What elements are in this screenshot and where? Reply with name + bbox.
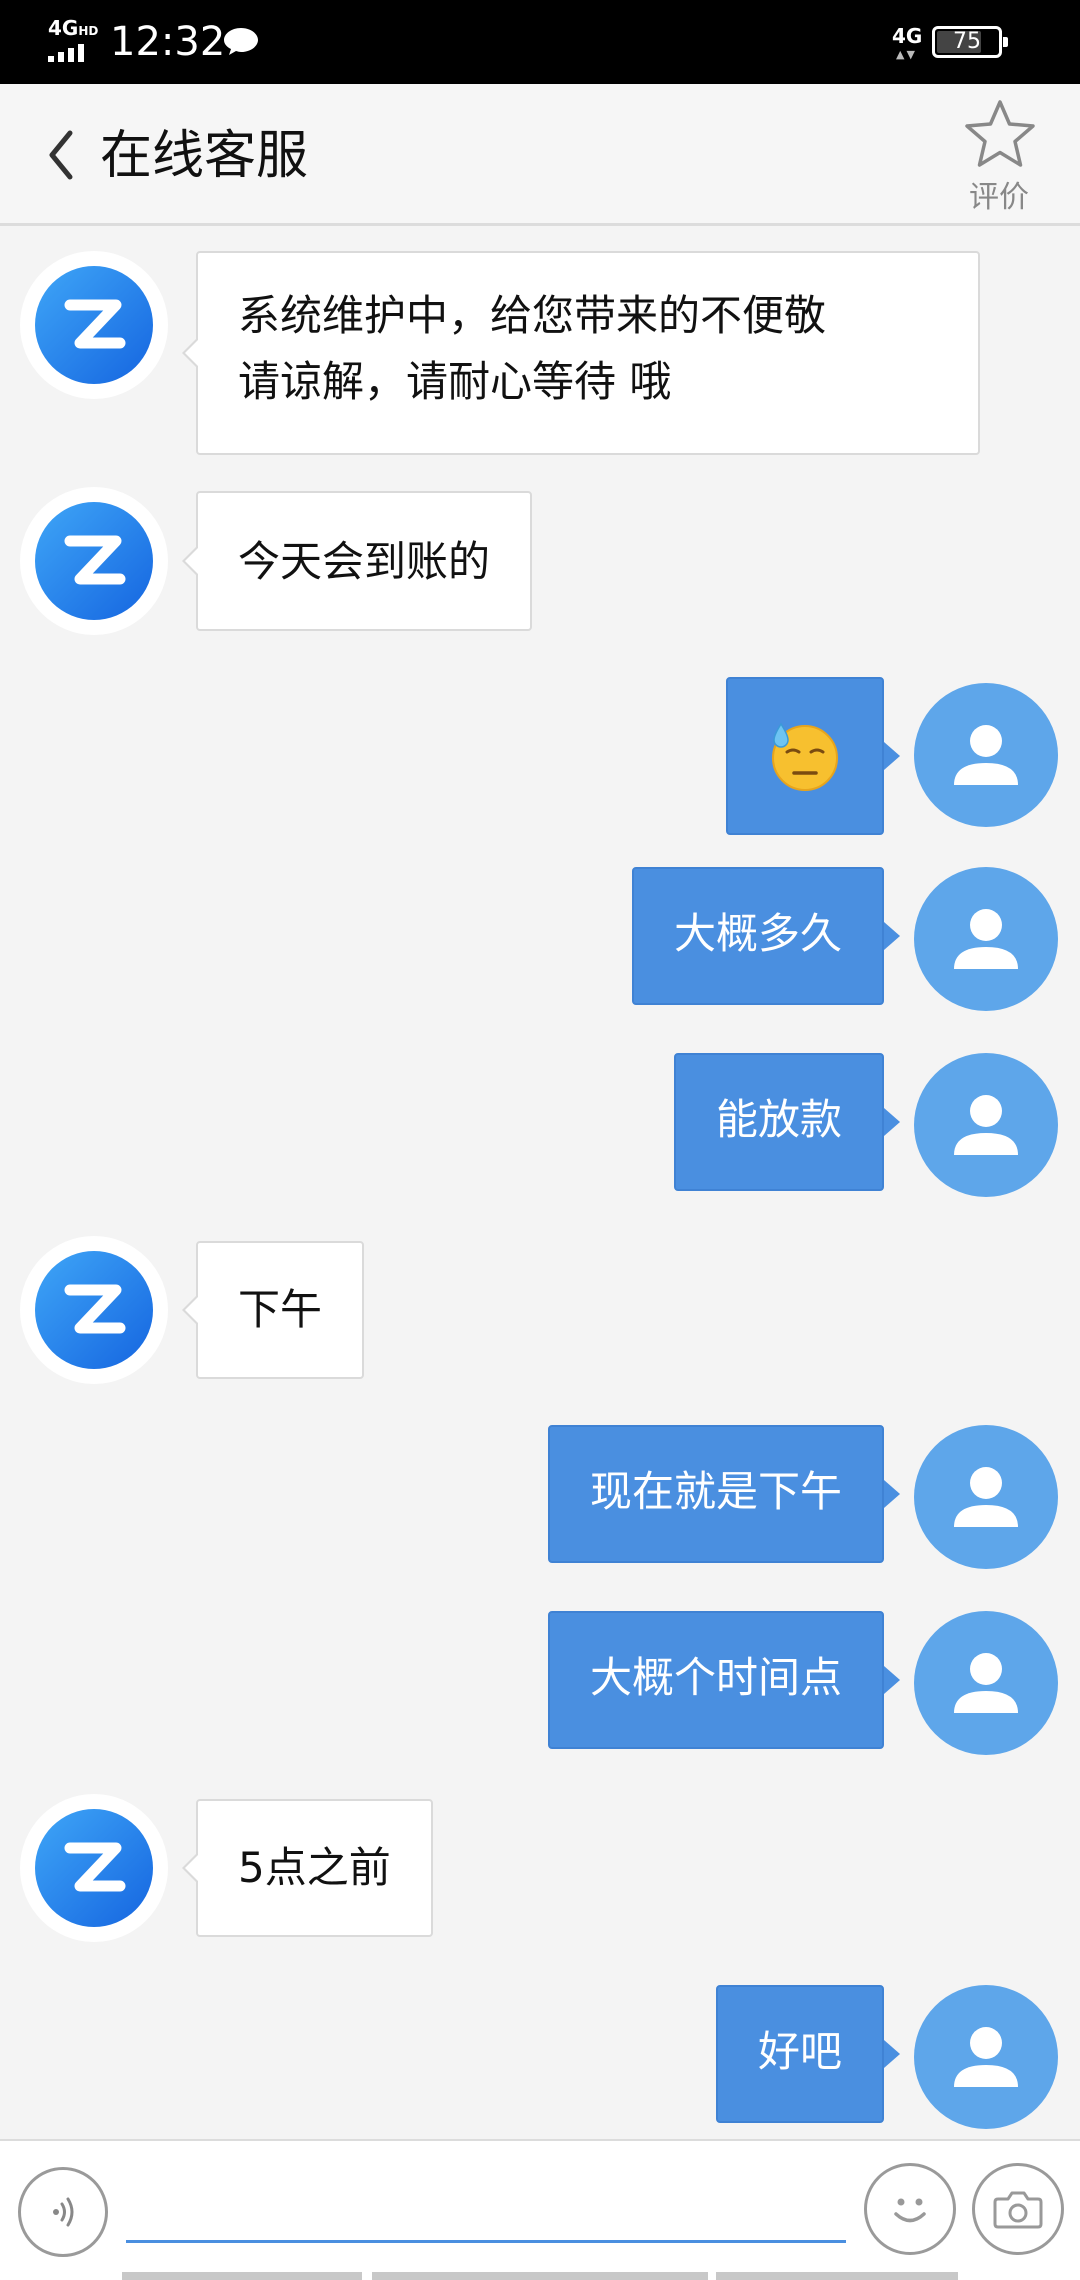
agent-avatar[interactable] bbox=[20, 487, 168, 635]
message-bubble[interactable]: 下午 bbox=[181, 1241, 365, 1379]
person-icon bbox=[954, 1467, 1018, 1527]
message-text: 今天会到账的 bbox=[238, 537, 491, 586]
bottom-tab-strip bbox=[0, 2272, 1080, 2280]
data-arrows-icon: ▲▼ bbox=[896, 48, 917, 61]
z-logo-icon bbox=[64, 535, 126, 585]
message-bubble[interactable] bbox=[726, 677, 900, 835]
message-bubble[interactable]: 能放款 bbox=[673, 1053, 901, 1191]
network-hd: HD bbox=[78, 24, 99, 38]
z-logo-icon bbox=[64, 1284, 126, 1334]
message-input[interactable] bbox=[126, 2181, 846, 2243]
message-user: 好吧 bbox=[0, 1985, 1080, 2129]
message-agent: 下午 bbox=[0, 1236, 1080, 1384]
message-text: 能放款 bbox=[715, 1095, 842, 1144]
back-button[interactable] bbox=[36, 120, 86, 190]
message-bubble[interactable]: 好吧 bbox=[715, 1985, 901, 2123]
person-icon bbox=[954, 725, 1018, 785]
title-bar: 在线客服 评价 bbox=[0, 84, 1080, 226]
user-avatar[interactable] bbox=[914, 683, 1058, 827]
voice-icon bbox=[53, 2197, 74, 2227]
user-avatar[interactable] bbox=[914, 1611, 1058, 1755]
message-line: 请谅解，请耐心等待 哦 bbox=[238, 357, 672, 406]
message-user: 大概多久 bbox=[0, 867, 1080, 1011]
message-agent: 系统维护中，给您带来的不便敬 请谅解，请耐心等待 哦 bbox=[0, 251, 1080, 455]
message-bubble[interactable]: 大概个时间点 bbox=[547, 1611, 901, 1749]
network-indicator: 4GHD bbox=[48, 18, 98, 41]
user-avatar[interactable] bbox=[914, 867, 1058, 1011]
page-title: 在线客服 bbox=[100, 126, 309, 186]
camera-button[interactable] bbox=[972, 2163, 1064, 2255]
person-icon bbox=[954, 1653, 1018, 1713]
network-type-right: 4G bbox=[892, 24, 923, 48]
message-bubble[interactable]: 系统维护中，给您带来的不便敬 请谅解，请耐心等待 哦 bbox=[182, 251, 980, 455]
user-avatar[interactable] bbox=[914, 1053, 1058, 1197]
rate-label: 评价 bbox=[969, 180, 1029, 215]
person-icon bbox=[954, 2027, 1018, 2087]
z-logo-icon bbox=[64, 299, 126, 349]
message-bubble[interactable]: 今天会到账的 bbox=[181, 491, 533, 631]
agent-avatar[interactable] bbox=[20, 1236, 168, 1384]
message-notification-icon bbox=[224, 28, 258, 55]
message-user bbox=[0, 677, 1080, 835]
message-text: 大概多久 bbox=[673, 909, 842, 958]
message-text: 大概个时间点 bbox=[589, 1653, 842, 1702]
star-icon bbox=[965, 100, 1035, 167]
signal-icon bbox=[48, 44, 84, 62]
message-user: 能放款 bbox=[0, 1053, 1080, 1197]
message-line: 系统维护中，给您带来的不便敬 bbox=[238, 291, 827, 340]
sweat-face-icon bbox=[772, 722, 838, 791]
z-logo-icon bbox=[64, 1842, 126, 1892]
status-bar: 4GHD 12:32 4G ▲▼ 75 bbox=[0, 0, 1080, 84]
message-text: 好吧 bbox=[757, 2027, 842, 2076]
person-icon bbox=[954, 1095, 1018, 1155]
input-bar bbox=[0, 2139, 1080, 2280]
rate-button[interactable]: 评价 bbox=[954, 98, 1044, 216]
battery-icon: 75 bbox=[932, 26, 1008, 58]
user-avatar[interactable] bbox=[914, 1425, 1058, 1569]
smile-icon bbox=[894, 2198, 926, 2223]
agent-avatar[interactable] bbox=[20, 1794, 168, 1942]
message-bubble[interactable]: 5点之前 bbox=[182, 1799, 433, 1937]
person-icon bbox=[954, 909, 1018, 969]
chevron-left-icon bbox=[49, 130, 73, 180]
chat-area[interactable]: 系统维护中，给您带来的不便敬 请谅解，请耐心等待 哦 今天会到账的 大概多久 能… bbox=[0, 229, 1080, 2139]
battery-level: 75 bbox=[953, 29, 981, 54]
user-avatar[interactable] bbox=[914, 1985, 1058, 2129]
agent-avatar[interactable] bbox=[20, 251, 168, 399]
message-user: 现在就是下午 bbox=[0, 1425, 1080, 1569]
message-agent: 5点之前 bbox=[0, 1794, 1080, 1942]
message-agent: 今天会到账的 bbox=[0, 487, 1080, 635]
network-type: 4G bbox=[48, 16, 79, 40]
message-text: 现在就是下午 bbox=[589, 1467, 842, 1516]
message-bubble[interactable]: 现在就是下午 bbox=[547, 1425, 901, 1563]
message-user: 大概个时间点 bbox=[0, 1611, 1080, 1755]
message-text: 5点之前 bbox=[238, 1843, 391, 1892]
camera-icon bbox=[993, 2191, 1043, 2229]
message-bubble[interactable]: 大概多久 bbox=[631, 867, 901, 1005]
status-right: 4G ▲▼ 75 bbox=[892, 20, 1032, 64]
emoji-button[interactable] bbox=[864, 2163, 956, 2255]
message-text: 下午 bbox=[238, 1285, 323, 1334]
status-time: 12:32 bbox=[110, 19, 226, 65]
voice-button[interactable] bbox=[18, 2167, 108, 2257]
